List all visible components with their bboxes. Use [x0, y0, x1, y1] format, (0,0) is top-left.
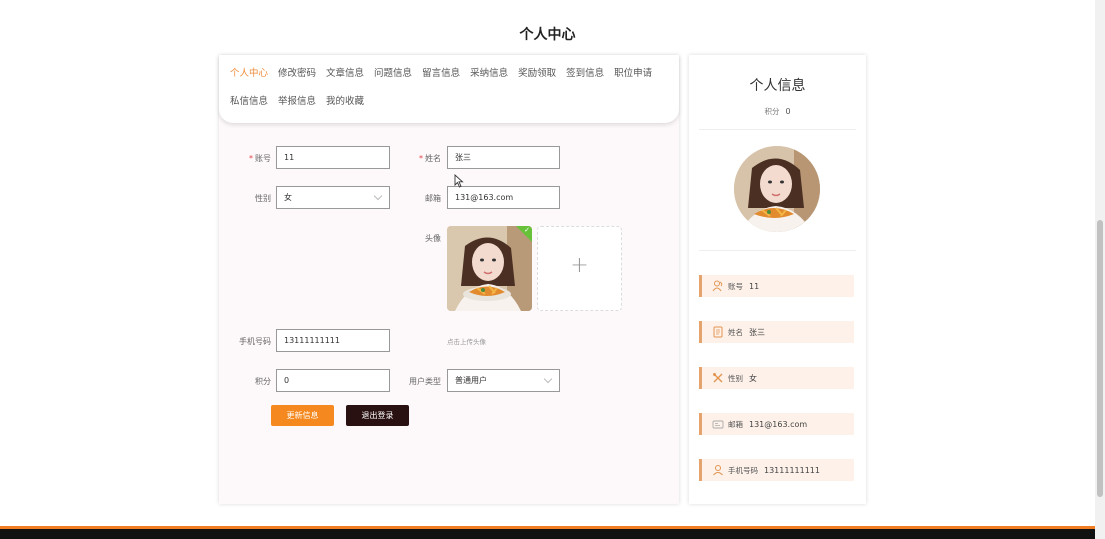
side-points: 积分 0	[689, 106, 866, 117]
personal-info-card: 个人信息 积分 0 账号 11 姓名 张三 性别 女 邮箱 131@163.co…	[689, 55, 866, 504]
side-title: 个人信息	[749, 78, 806, 94]
info-row-value: 131@163.com	[749, 419, 808, 429]
info-row-account: 账号 11	[699, 275, 854, 297]
email-input[interactable]: 131@163.com	[447, 186, 560, 209]
avatar-label: 头像	[425, 234, 441, 243]
gender-selected-value: 女	[284, 193, 292, 202]
footer-bar	[0, 526, 1095, 539]
tools-icon	[712, 372, 724, 384]
plus-icon: +	[570, 253, 589, 278]
logout-button[interactable]: 退出登录	[346, 405, 409, 426]
mouse-cursor-icon	[454, 174, 464, 188]
info-row-value: 11	[749, 281, 760, 291]
chevron-down-icon	[543, 374, 553, 384]
check-icon: ✓	[524, 226, 530, 234]
info-row-key: 姓名	[728, 327, 743, 337]
gender-select[interactable]: 女	[276, 186, 390, 209]
phone-input[interactable]: 13111111111	[276, 329, 390, 352]
info-row-key: 手机号码	[728, 465, 758, 475]
info-row-value: 13111111111	[764, 465, 820, 475]
email-label: 邮箱	[425, 194, 441, 203]
tab-change-password[interactable]: 修改密码	[278, 66, 316, 94]
update-info-button[interactable]: 更新信息	[271, 405, 334, 426]
user-type-selected-value: 普通用户	[455, 376, 487, 385]
user-type-label: 用户类型	[409, 377, 441, 386]
tab-reports[interactable]: 举报信息	[278, 94, 316, 122]
person-icon	[712, 464, 724, 476]
account-input[interactable]: 11	[276, 146, 390, 169]
profile-tabs: 个人中心 修改密码 文章信息 问题信息 留言信息 采纳信息 奖励领取 签到信息 …	[219, 55, 679, 123]
scrollbar-thumb[interactable]	[1097, 220, 1103, 497]
tab-private-messages[interactable]: 私信信息	[230, 94, 268, 122]
user-type-select[interactable]: 普通用户	[447, 369, 560, 392]
document-icon	[712, 326, 724, 338]
info-row-key: 邮箱	[728, 419, 743, 429]
points-label: 积分	[255, 377, 271, 386]
divider	[699, 250, 856, 251]
profile-form-card: 个人中心 修改密码 文章信息 问题信息 留言信息 采纳信息 奖励领取 签到信息 …	[219, 55, 679, 504]
phone-label: 手机号码	[239, 337, 271, 346]
avatar-upload-button[interactable]: +	[537, 226, 622, 311]
avatar-photo	[734, 146, 820, 232]
tab-job-applications[interactable]: 职位申请	[614, 66, 652, 94]
side-points-value: 0	[785, 107, 791, 116]
side-avatar	[734, 146, 820, 232]
tab-checkins[interactable]: 签到信息	[566, 66, 604, 94]
info-row-value: 女	[749, 373, 757, 383]
info-row-key: 性别	[728, 373, 743, 383]
account-label: * 账号	[249, 154, 271, 163]
info-row-name: 姓名 张三	[699, 321, 854, 343]
info-row-email: 邮箱 131@163.com	[699, 413, 854, 435]
info-row-value: 张三	[749, 327, 765, 337]
tab-questions[interactable]: 问题信息	[374, 66, 412, 94]
divider	[699, 129, 856, 130]
avatar-preview[interactable]: ✓	[447, 226, 532, 311]
page-scrollbar[interactable]	[1095, 0, 1105, 539]
gender-label: 性别	[255, 194, 271, 203]
name-label: * 姓名	[419, 154, 441, 163]
tab-adoptions[interactable]: 采纳信息	[470, 66, 508, 94]
points-input[interactable]: 0	[276, 369, 390, 392]
info-row-key: 账号	[728, 281, 743, 291]
name-input[interactable]: 张三	[447, 146, 560, 169]
tab-favorites[interactable]: 我的收藏	[326, 94, 364, 122]
chevron-down-icon	[373, 191, 383, 201]
info-row-gender: 性别 女	[699, 367, 854, 389]
info-row-phone: 手机号码 13111111111	[699, 459, 854, 481]
side-points-label: 积分	[764, 107, 780, 116]
tab-profile[interactable]: 个人中心	[230, 66, 268, 94]
page-title: 个人中心	[519, 27, 576, 43]
tab-rewards[interactable]: 奖励领取	[518, 66, 556, 94]
avatar-upload-tip: 点击上传头像	[447, 338, 486, 346]
tab-messages[interactable]: 留言信息	[422, 66, 460, 94]
tab-articles[interactable]: 文章信息	[326, 66, 364, 94]
user-group-icon	[712, 280, 724, 292]
id-card-icon	[712, 418, 724, 430]
